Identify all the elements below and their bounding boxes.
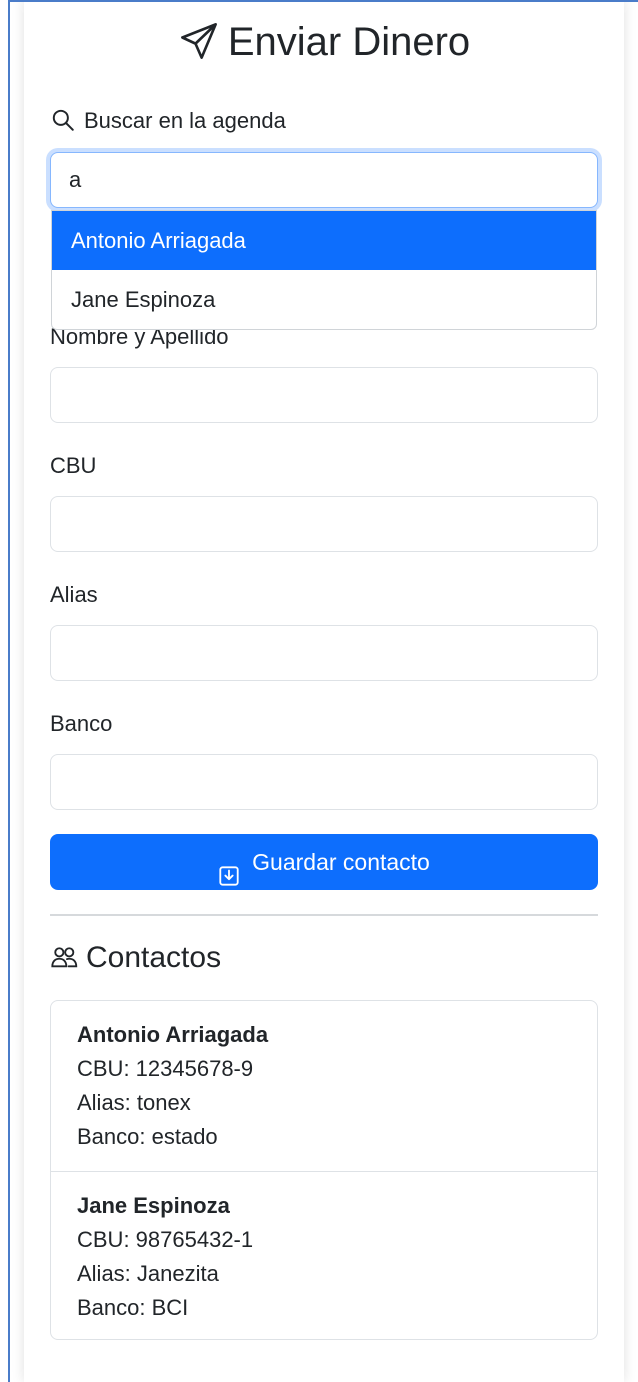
search-input[interactable]: a — [50, 152, 598, 208]
bank-field[interactable] — [50, 754, 598, 810]
contact-cbu: CBU: 98765432-1 — [77, 1227, 254, 1252]
save-contact-button-label: Guardar contacto — [252, 849, 430, 875]
window-edge-top — [8, 0, 638, 2]
window-edge — [8, 0, 10, 1382]
cbu-label: CBU — [50, 453, 97, 478]
suggestion-item[interactable]: Jane Espinoza — [52, 270, 596, 329]
contact-name: Antonio Arriagada — [77, 1022, 269, 1047]
cbu-field[interactable] — [50, 496, 598, 552]
search-icon — [50, 107, 76, 133]
app-frame: Enviar Dinero Buscar en la agenda a Anto… — [0, 0, 638, 1382]
list-item[interactable]: Jane Espinoza CBU: 98765432-1 Alias: Jan… — [51, 1171, 597, 1339]
contacts-title: Contactos — [50, 938, 221, 978]
name-field[interactable] — [50, 367, 598, 423]
contacts-list: Antonio Arriagada CBU: 12345678-9 Alias:… — [50, 1000, 598, 1340]
search-suggestions-dropdown: Antonio Arriagada Jane Espinoza — [51, 210, 597, 330]
section-divider — [50, 914, 598, 916]
people-icon — [50, 942, 78, 970]
list-item[interactable]: Antonio Arriagada CBU: 12345678-9 Alias:… — [51, 1001, 597, 1171]
alias-label: Alias — [50, 582, 98, 607]
page-title-text: Enviar Dinero — [227, 20, 471, 64]
alias-field[interactable] — [50, 625, 598, 681]
contact-bank: Banco: BCI — [77, 1295, 189, 1320]
contact-name: Jane Espinoza — [77, 1193, 230, 1218]
save-contact-button[interactable]: Guardar contacto — [50, 834, 598, 890]
search-label-text: Buscar en la agenda — [84, 108, 286, 133]
contact-alias: Alias: tonex — [77, 1090, 191, 1115]
contacts-title-text: Contactos — [86, 941, 222, 974]
contact-cbu: CBU: 12345678-9 — [77, 1056, 254, 1081]
bank-label: Banco — [50, 711, 113, 736]
contact-bank: Banco: estado — [77, 1124, 218, 1149]
send-icon — [178, 20, 220, 62]
search-label: Buscar en la agenda — [50, 108, 286, 135]
save-icon — [218, 851, 240, 886]
suggestion-item[interactable]: Antonio Arriagada — [52, 211, 596, 270]
contact-alias: Alias: Janezita — [77, 1261, 219, 1286]
page-title: Enviar Dinero — [24, 18, 624, 66]
